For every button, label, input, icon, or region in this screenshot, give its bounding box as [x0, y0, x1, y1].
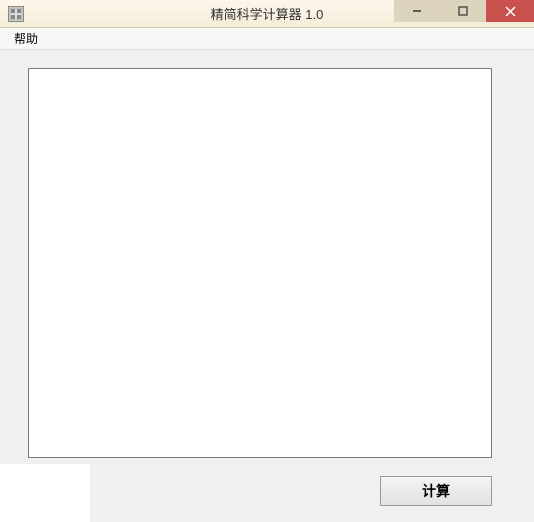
minimize-button[interactable]: [394, 0, 440, 22]
expression-input[interactable]: [28, 68, 492, 458]
window-controls: [394, 0, 534, 22]
menu-help[interactable]: 帮助: [6, 28, 46, 49]
maximize-icon: [458, 6, 468, 16]
app-window: 精简科学计算器 1.0 帮助 计: [0, 0, 534, 522]
window-title: 精简科学计算器 1.0: [211, 4, 324, 23]
close-button[interactable]: [486, 0, 534, 22]
menubar: 帮助: [0, 28, 534, 50]
overlay-patch: [0, 464, 90, 522]
titlebar[interactable]: 精简科学计算器 1.0: [0, 0, 534, 28]
minimize-icon: [412, 6, 422, 16]
app-icon: [8, 6, 24, 22]
button-row: 计算: [28, 476, 492, 506]
maximize-button[interactable]: [440, 0, 486, 22]
calculate-button[interactable]: 计算: [380, 476, 492, 506]
client-area: 计算: [0, 50, 534, 522]
close-icon: [505, 6, 516, 17]
